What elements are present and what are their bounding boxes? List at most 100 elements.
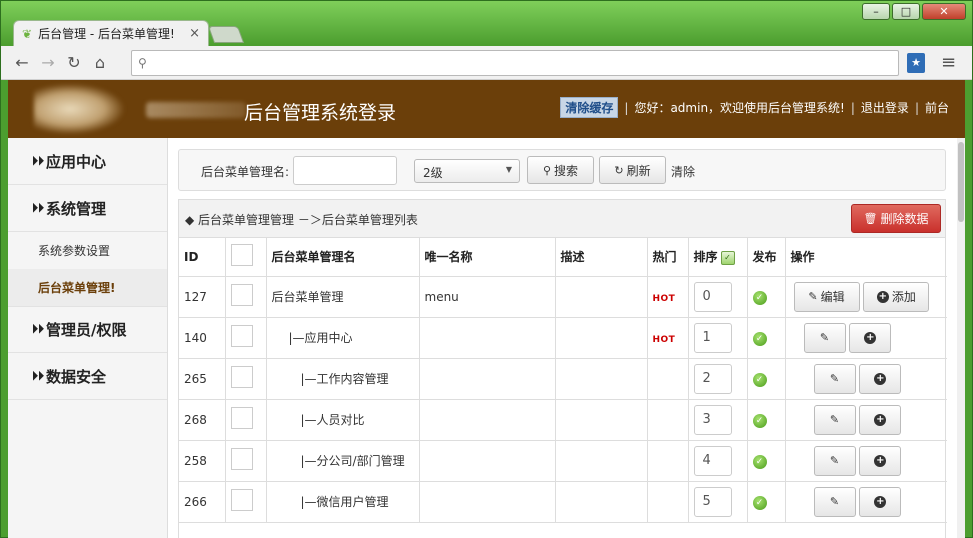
edit-button[interactable]: ✎ [813,445,856,476]
add-button[interactable]: + [859,363,902,394]
row-checkbox[interactable] [230,365,253,388]
level-select-value: 2级 [423,166,443,180]
cell-name: |—应用中心 [266,317,420,359]
published-check-icon[interactable]: ✓ [752,331,767,346]
edit-button[interactable]: ✎ [813,363,856,394]
logout-link[interactable]: 退出登录 [861,99,909,116]
add-button[interactable]: + [859,404,902,435]
forward-arrow-icon[interactable]: → [35,53,61,72]
clear-cache-button[interactable]: 清除缓存 [560,97,619,118]
minimize-button[interactable]: – [862,3,890,20]
page-scrollbar[interactable] [957,138,965,538]
back-arrow-icon[interactable]: ← [9,53,35,72]
plus-circle-icon: + [864,331,877,344]
cell-name: 后台菜单管理 [266,276,420,318]
sort-input[interactable]: 4 [693,445,732,476]
refresh-button[interactable]: ↻ 刷新 [599,156,666,184]
hamburger-menu-icon[interactable]: ≡ [941,52,956,73]
cell-unique [419,481,556,523]
add-button[interactable]: + [859,445,902,476]
sidebar-item-menu-manage[interactable]: 后台菜单管理! [8,269,167,306]
save-sort-icon[interactable]: ✓ [720,250,735,265]
cell-name: |—工作内容管理 [266,358,420,400]
close-window-button[interactable]: ✕ [922,3,966,20]
edit-icon: ✎ [819,331,830,344]
sidebar-group-admin[interactable]: ⏵⏵ 管理员/权限 [8,306,167,353]
delete-data-button[interactable]: 🗑 删除数据 [851,204,941,233]
address-bar[interactable]: ⚲ [131,50,899,76]
scrollbar-thumb[interactable] [958,142,964,222]
home-icon[interactable]: ⌂ [87,53,113,72]
sidebar-item-system-params[interactable]: 系统参数设置 [8,232,167,269]
row-checkbox[interactable] [230,447,253,470]
separator: | [914,100,919,115]
sort-input[interactable]: 2 [693,363,732,394]
add-button[interactable]: + [849,322,892,353]
edit-button[interactable]: ✎ [803,322,846,353]
reload-icon[interactable]: ↻ [61,53,87,72]
cell-sort: 2 [688,358,748,400]
cell-hot [647,399,689,441]
delete-button-label: 删除数据 [880,212,929,226]
row-checkbox[interactable] [230,488,253,511]
logo [34,84,124,134]
edit-button[interactable]: ✎ [813,486,856,517]
frontend-link[interactable]: 前台 [925,99,949,116]
menu-table: ID 后台菜单管理名 唯一名称 描述 热门 排序 ✓ 发布 操作 127 后台菜单管… [179,238,947,523]
cell-sort: 0 [688,276,748,318]
maximize-button[interactable]: □ [892,3,920,20]
published-check-icon[interactable]: ✓ [752,290,767,305]
tab-close-icon[interactable]: × [189,26,200,41]
sidebar-group-data-security[interactable]: ⏵⏵ 数据安全 [8,353,167,400]
sort-input[interactable]: 1 [693,322,732,353]
cell-desc [555,358,648,400]
logo-subtext [146,102,246,118]
hot-badge: HOT [652,334,676,345]
edit-button[interactable]: ✎ 编辑 [793,281,860,312]
column-header-unique: 唯一名称 [419,238,556,277]
window-controls: – □ ✕ [862,3,966,20]
published-check-icon[interactable]: ✓ [752,413,767,428]
sort-input[interactable]: 5 [693,486,732,517]
bookmark-icon[interactable]: ★ [907,53,925,73]
table-row: 127 后台菜单管理 menu HOT 0 ✓ ✎ 编辑 + 添加 [179,276,947,318]
cell-sort: 4 [688,440,748,482]
sidebar-group-app-center[interactable]: ⏵⏵ 应用中心 [8,138,167,185]
separator: | [624,100,629,115]
app-title: 后台管理系统登录 [244,102,397,124]
sidebar-group-label: 系统管理 [46,199,107,218]
search-button[interactable]: ⚲ 搜索 [527,156,594,184]
select-all-checkbox[interactable] [230,243,253,266]
edit-icon: ✎ [829,495,840,508]
browser-tab[interactable]: ❦ 后台管理 - 后台菜单管理! × [13,20,209,46]
add-button[interactable]: + 添加 [863,281,930,312]
cell-select [225,481,267,523]
row-checkbox[interactable] [230,406,253,429]
new-tab-button[interactable] [207,26,245,43]
clear-link[interactable]: 清除 [671,163,695,180]
sort-input[interactable]: 0 [693,281,732,312]
cell-sort: 1 [688,317,748,359]
double-chevron-right-icon: ⏵⏵ [32,200,45,215]
published-check-icon[interactable]: ✓ [752,454,767,469]
cell-publish: ✓ [747,440,786,482]
row-checkbox[interactable] [230,324,253,347]
plus-circle-icon: + [874,495,887,508]
menu-name-search-input[interactable] [293,156,397,185]
sidebar-group-system[interactable]: ⏵⏵ 系统管理 [8,185,167,232]
main-content: 后台菜单管理名: 2级 ▼ ⚲ 搜索 ↻ 刷新 清除 ◆ 后台菜单管理管理 －＞… [168,138,957,538]
edit-icon: ✎ [829,454,840,467]
published-check-icon[interactable]: ✓ [752,495,767,510]
cell-desc [555,481,648,523]
sort-input[interactable]: 3 [693,404,732,435]
refresh-button-label: 刷新 [626,163,651,178]
level-select[interactable]: 2级 ▼ [414,159,520,183]
table-row: 265 |—工作内容管理 2 ✓ ✎ + [179,358,947,400]
browser-toolbar: ← → ↻ ⌂ ⚲ ★ ≡ [1,46,972,80]
edit-button[interactable]: ✎ [813,404,856,435]
edit-icon: ✎ [808,290,818,303]
row-checkbox[interactable] [230,283,253,306]
search-label: 后台菜单管理名: [201,165,290,179]
add-button[interactable]: + [859,486,902,517]
published-check-icon[interactable]: ✓ [752,372,767,387]
